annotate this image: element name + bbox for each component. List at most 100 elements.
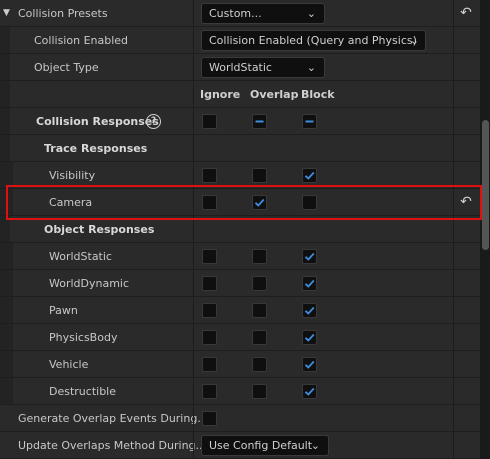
ignore-checkbox[interactable] — [202, 357, 217, 372]
collapse-triangle-icon[interactable]: ▼ — [3, 0, 10, 27]
block-checkbox[interactable] — [302, 249, 317, 264]
block-checkbox[interactable] — [302, 384, 317, 399]
help-icon[interactable]: ? — [146, 114, 161, 129]
ignore-checkbox[interactable] — [202, 384, 217, 399]
indent-gutter — [10, 351, 13, 377]
update-overlaps-label: Update Overlaps Method During... — [18, 439, 207, 452]
block-column-header: Block — [301, 88, 335, 101]
overlap-checkbox[interactable] — [252, 195, 267, 210]
checkmark-icon — [304, 360, 315, 369]
all-overlap-checkbox[interactable] — [252, 114, 267, 129]
divider — [193, 0, 194, 26]
overlap-checkbox[interactable] — [252, 384, 267, 399]
divider — [453, 216, 454, 242]
generate-overlap-row: Generate Overlap Events During... — [0, 405, 480, 432]
collision-presets-value: Custom... — [209, 7, 262, 20]
collision-enabled-dropdown[interactable]: Collision Enabled (Query and Physics) ⌄ — [201, 30, 426, 51]
generate-overlap-checkbox[interactable] — [202, 411, 217, 426]
trace-row: Camera ↶ — [0, 189, 480, 216]
block-checkbox[interactable] — [302, 330, 317, 345]
collision-presets-label: Collision Presets — [18, 7, 108, 20]
object-responses-row: Object Responses — [0, 216, 480, 243]
object-label: WorldDynamic — [49, 277, 130, 290]
divider — [453, 189, 454, 215]
overlap-checkbox[interactable] — [252, 357, 267, 372]
checkmark-icon — [304, 171, 315, 180]
overlap-column-header: Overlap — [250, 88, 299, 101]
indent-gutter — [0, 297, 10, 323]
object-type-row: Object Type WorldStatic ⌄ — [0, 54, 480, 81]
ignore-column-header: Ignore — [200, 88, 241, 101]
object-row: Pawn — [0, 297, 480, 324]
divider — [193, 243, 194, 269]
collision-presets-row: ▼ Collision Presets Custom... ⌄ ↶ — [0, 0, 480, 27]
indent-gutter — [10, 297, 13, 323]
ignore-checkbox[interactable] — [202, 195, 217, 210]
trace-label: Visibility — [49, 169, 96, 182]
update-overlaps-dropdown[interactable]: Use Config Default ⌄ — [201, 435, 329, 456]
indent-gutter — [10, 162, 13, 188]
overlap-checkbox[interactable] — [252, 249, 267, 264]
ignore-checkbox[interactable] — [202, 303, 217, 318]
update-overlaps-row: Update Overlaps Method During... Use Con… — [0, 432, 480, 459]
divider — [453, 243, 454, 269]
divider — [453, 135, 454, 161]
object-label: Destructible — [49, 385, 116, 398]
ignore-checkbox[interactable] — [202, 276, 217, 291]
ignore-checkbox[interactable] — [202, 168, 217, 183]
indent-gutter — [0, 270, 10, 296]
divider — [193, 297, 194, 323]
divider — [193, 81, 194, 107]
block-checkbox[interactable] — [302, 276, 317, 291]
indent-gutter — [0, 162, 10, 188]
divider — [453, 405, 454, 431]
block-checkbox[interactable] — [302, 168, 317, 183]
collision-responses-row: Collision Responses ? — [0, 108, 480, 135]
reset-arrow-icon[interactable]: ↶ — [456, 0, 476, 27]
object-type-label: Object Type — [34, 61, 99, 74]
divider — [193, 405, 194, 431]
indent-gutter — [10, 243, 13, 269]
overlap-checkbox[interactable] — [252, 330, 267, 345]
collision-presets-dropdown[interactable]: Custom... ⌄ — [201, 3, 325, 24]
indent-gutter — [10, 324, 13, 350]
chevron-down-icon: ⌄ — [306, 61, 316, 74]
divider — [453, 297, 454, 323]
indent-gutter — [0, 81, 10, 107]
object-label: Pawn — [49, 304, 78, 317]
all-ignore-checkbox[interactable] — [202, 114, 217, 129]
indent-gutter — [0, 243, 10, 269]
overlap-checkbox[interactable] — [252, 276, 267, 291]
scrollbar-thumb[interactable] — [482, 120, 489, 250]
column-header-row: Ignore Overlap Block — [0, 81, 480, 108]
object-row: WorldDynamic — [0, 270, 480, 297]
chevron-down-icon: ⌄ — [306, 7, 316, 20]
divider — [193, 351, 194, 377]
block-checkbox[interactable] — [302, 357, 317, 372]
collision-enabled-value: Collision Enabled (Query and Physics) — [209, 34, 417, 47]
object-label: WorldStatic — [49, 250, 112, 263]
object-responses-label: Object Responses — [44, 223, 155, 236]
overlap-checkbox[interactable] — [252, 303, 267, 318]
reset-arrow-icon[interactable]: ↶ — [456, 189, 476, 216]
block-checkbox[interactable] — [302, 195, 317, 210]
divider — [453, 324, 454, 350]
divider — [193, 54, 194, 80]
all-block-checkbox[interactable] — [302, 114, 317, 129]
checkmark-icon — [304, 333, 315, 342]
object-row: Vehicle — [0, 351, 480, 378]
block-checkbox[interactable] — [302, 303, 317, 318]
checkmark-icon — [304, 252, 315, 261]
collision-enabled-label: Collision Enabled — [34, 34, 129, 47]
divider — [193, 216, 194, 242]
update-overlaps-value: Use Config Default — [209, 439, 313, 452]
overlap-checkbox[interactable] — [252, 168, 267, 183]
trace-row: Visibility — [0, 162, 480, 189]
divider — [193, 189, 194, 215]
ignore-checkbox[interactable] — [202, 249, 217, 264]
object-type-dropdown[interactable]: WorldStatic ⌄ — [201, 57, 325, 78]
divider — [453, 162, 454, 188]
collision-responses-label: Collision Responses — [36, 115, 159, 128]
divider — [453, 0, 454, 26]
ignore-checkbox[interactable] — [202, 330, 217, 345]
